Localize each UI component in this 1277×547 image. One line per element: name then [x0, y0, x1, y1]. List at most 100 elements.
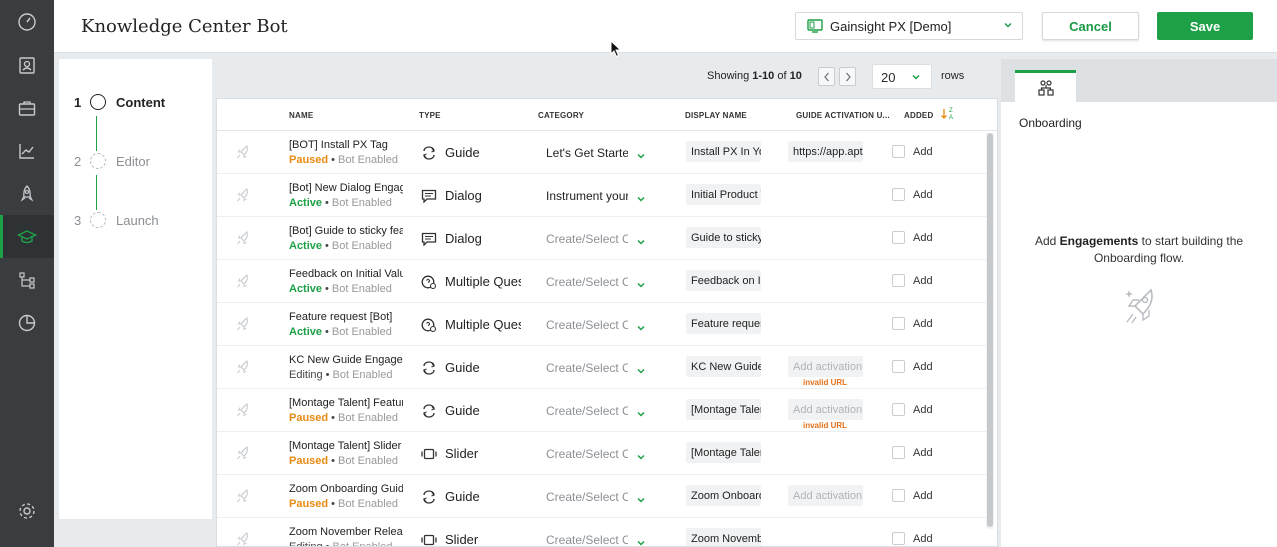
step-label: Editor — [116, 153, 150, 169]
display-name-field[interactable]: Initial Product Tour — [686, 184, 761, 205]
chevron-down-icon[interactable] — [636, 320, 646, 338]
display-name-field[interactable]: Zoom Onboarding Guide — [686, 485, 761, 506]
chevron-down-icon[interactable] — [636, 449, 646, 467]
settings-gear-icon[interactable] — [0, 489, 54, 532]
pie-chart-icon[interactable] — [0, 301, 54, 344]
step-content[interactable]: 1 Content — [74, 94, 165, 110]
table-row[interactable]: [Bot] New Dialog Engagement Active•Bot En… — [217, 174, 987, 217]
display-name-field[interactable]: [Montage Talent] Slider — [686, 442, 761, 463]
engagement-name[interactable]: Feature request [Bot] — [289, 311, 403, 323]
add-checkbox[interactable] — [892, 188, 905, 201]
column-header-type[interactable]: TYPE — [419, 111, 441, 120]
add-checkbox[interactable] — [892, 532, 905, 545]
activation-url-field[interactable]: https://app.aptrinsic.com — [788, 141, 863, 162]
category-select[interactable]: Create/Select Category — [546, 232, 628, 246]
engagement-name[interactable]: [BOT] Install PX Tag — [289, 139, 403, 151]
engagement-name[interactable]: [Bot] Guide to sticky features — [289, 225, 403, 237]
column-header-added[interactable]: ADDED — [904, 111, 933, 120]
engagement-name[interactable]: Zoom Onboarding Guide — [289, 483, 403, 495]
table-row[interactable]: KC New Guide Engagement Editing•Bot Enabl… — [217, 346, 987, 389]
table-scrollbar[interactable] — [986, 133, 994, 529]
column-header-name[interactable]: NAME — [289, 111, 313, 120]
rows-per-page-select[interactable]: 20 — [872, 64, 932, 89]
empty-state-message: Add Engagements to start building the On… — [1034, 234, 1244, 265]
table-row[interactable]: Zoom Onboarding Guide Paused • Bot Enabled G… — [217, 475, 987, 518]
category-select[interactable]: Create/Select Category — [546, 318, 628, 332]
display-name-field[interactable]: Feedback on Initial Value — [686, 270, 761, 291]
step-launch[interactable]: 3 Launch — [74, 212, 159, 228]
add-checkbox[interactable] — [892, 231, 905, 244]
category-select[interactable]: Create/Select Category — [546, 275, 628, 289]
separator-dot: • — [325, 240, 329, 252]
category-select[interactable]: Let's Get Started — [546, 146, 628, 160]
step-editor[interactable]: 2 Editor — [74, 153, 150, 169]
save-button[interactable]: Save — [1157, 12, 1253, 40]
rocket-icon — [1125, 288, 1153, 324]
display-name-field[interactable]: Guide to sticky features — [686, 227, 761, 248]
activation-url-field[interactable]: Add activation URL — [788, 356, 863, 377]
category-select[interactable]: Create/Select Category — [546, 447, 628, 461]
engagement-type: Guide — [445, 489, 480, 504]
add-checkbox[interactable] — [892, 360, 905, 373]
add-checkbox[interactable] — [892, 403, 905, 416]
speedometer-icon[interactable] — [0, 0, 54, 43]
table-row[interactable]: [Montage Talent] Slider Paused • Bot Enable… — [217, 432, 987, 475]
table-row[interactable]: Zoom November Release Editing • Bot Enabled… — [217, 518, 987, 546]
table-row[interactable]: Feature request [Bot] Active • Bot Enabled M… — [217, 303, 987, 346]
table-row[interactable]: [Montage Talent] Feature Guide Paused•Bot… — [217, 389, 987, 432]
journey-tree-icon[interactable] — [0, 258, 54, 301]
chevron-down-icon[interactable] — [636, 148, 646, 166]
chevron-down-icon[interactable] — [636, 363, 646, 381]
category-select[interactable]: Create/Select Category — [546, 533, 628, 546]
flow-panel: Onboarding Add Engagements to start buil… — [1001, 59, 1277, 547]
column-header-display-name[interactable]: DISPLAY NAME — [685, 111, 747, 120]
table-row[interactable]: Feedback on Initial Value Active • Bot Enab… — [217, 260, 987, 303]
chevron-down-icon[interactable] — [636, 277, 646, 295]
add-checkbox[interactable] — [892, 489, 905, 502]
chevron-down-icon[interactable] — [636, 535, 646, 546]
analytics-chart-icon[interactable] — [0, 129, 54, 172]
engagement-name[interactable]: [Montage Talent] Slider — [289, 440, 403, 452]
briefcase-icon[interactable] — [0, 86, 54, 129]
engagement-name[interactable]: Feedback on Initial Value — [289, 268, 403, 280]
column-header-category[interactable]: CATEGORY — [538, 111, 584, 120]
step-label: Content — [116, 94, 166, 110]
tab-flow[interactable] — [1015, 70, 1076, 102]
prev-page-button[interactable] — [818, 67, 835, 86]
engagement-name[interactable]: Zoom November Release — [289, 526, 403, 538]
cancel-button[interactable]: Cancel — [1042, 12, 1139, 40]
add-checkbox[interactable] — [892, 446, 905, 459]
add-checkbox[interactable] — [892, 317, 905, 330]
display-name-field[interactable]: Feature request — [686, 313, 761, 334]
add-checkbox[interactable] — [892, 274, 905, 287]
add-checkbox[interactable] — [892, 145, 905, 158]
column-header-activation-url[interactable]: GUIDE ACTIVATION U... — [796, 111, 890, 120]
display-name-field[interactable]: Zoom November Release — [686, 528, 761, 546]
chevron-down-icon[interactable] — [636, 406, 646, 424]
table-row[interactable]: [Bot] Guide to sticky features Active•Bot… — [217, 217, 987, 260]
display-name-field[interactable]: [Montage Talent] Feature Guide — [686, 399, 761, 420]
chevron-down-icon[interactable] — [636, 492, 646, 510]
user-card-icon[interactable] — [0, 43, 54, 86]
chevron-down-icon[interactable] — [636, 191, 646, 209]
next-page-button[interactable] — [839, 67, 856, 86]
scrollbar-thumb[interactable] — [987, 133, 993, 527]
category-select[interactable]: Create/Select Category — [546, 361, 628, 375]
svg-text:Z: Z — [949, 108, 953, 114]
engagement-name[interactable]: [Bot] New Dialog Engagement — [289, 182, 403, 194]
chevron-down-icon[interactable] — [636, 234, 646, 252]
engagement-name[interactable]: KC New Guide Engagement — [289, 354, 403, 366]
activation-url-field[interactable]: Add activation URL — [788, 399, 863, 420]
display-name-field[interactable]: Install PX In Your Application — [686, 141, 761, 162]
rocket-icon[interactable] — [0, 172, 54, 215]
app-selector[interactable]: Gainsight PX [Demo] — [795, 12, 1023, 40]
engagement-name[interactable]: [Montage Talent] Feature Guide — [289, 397, 403, 409]
category-select[interactable]: Create/Select Category — [546, 490, 628, 504]
category-select[interactable]: Create/Select Category — [546, 404, 628, 418]
display-name-field[interactable]: KC New Guide Engagement — [686, 356, 761, 377]
graduation-cap-icon[interactable] — [0, 215, 54, 258]
sort-az-icon[interactable]: ZA — [940, 106, 956, 122]
table-row[interactable]: [BOT] Install PX Tag Paused • Bot Enabled Gu… — [217, 131, 987, 174]
category-select[interactable]: Instrument your app — [546, 189, 628, 203]
activation-url-field[interactable]: Add activation URL — [788, 485, 863, 506]
